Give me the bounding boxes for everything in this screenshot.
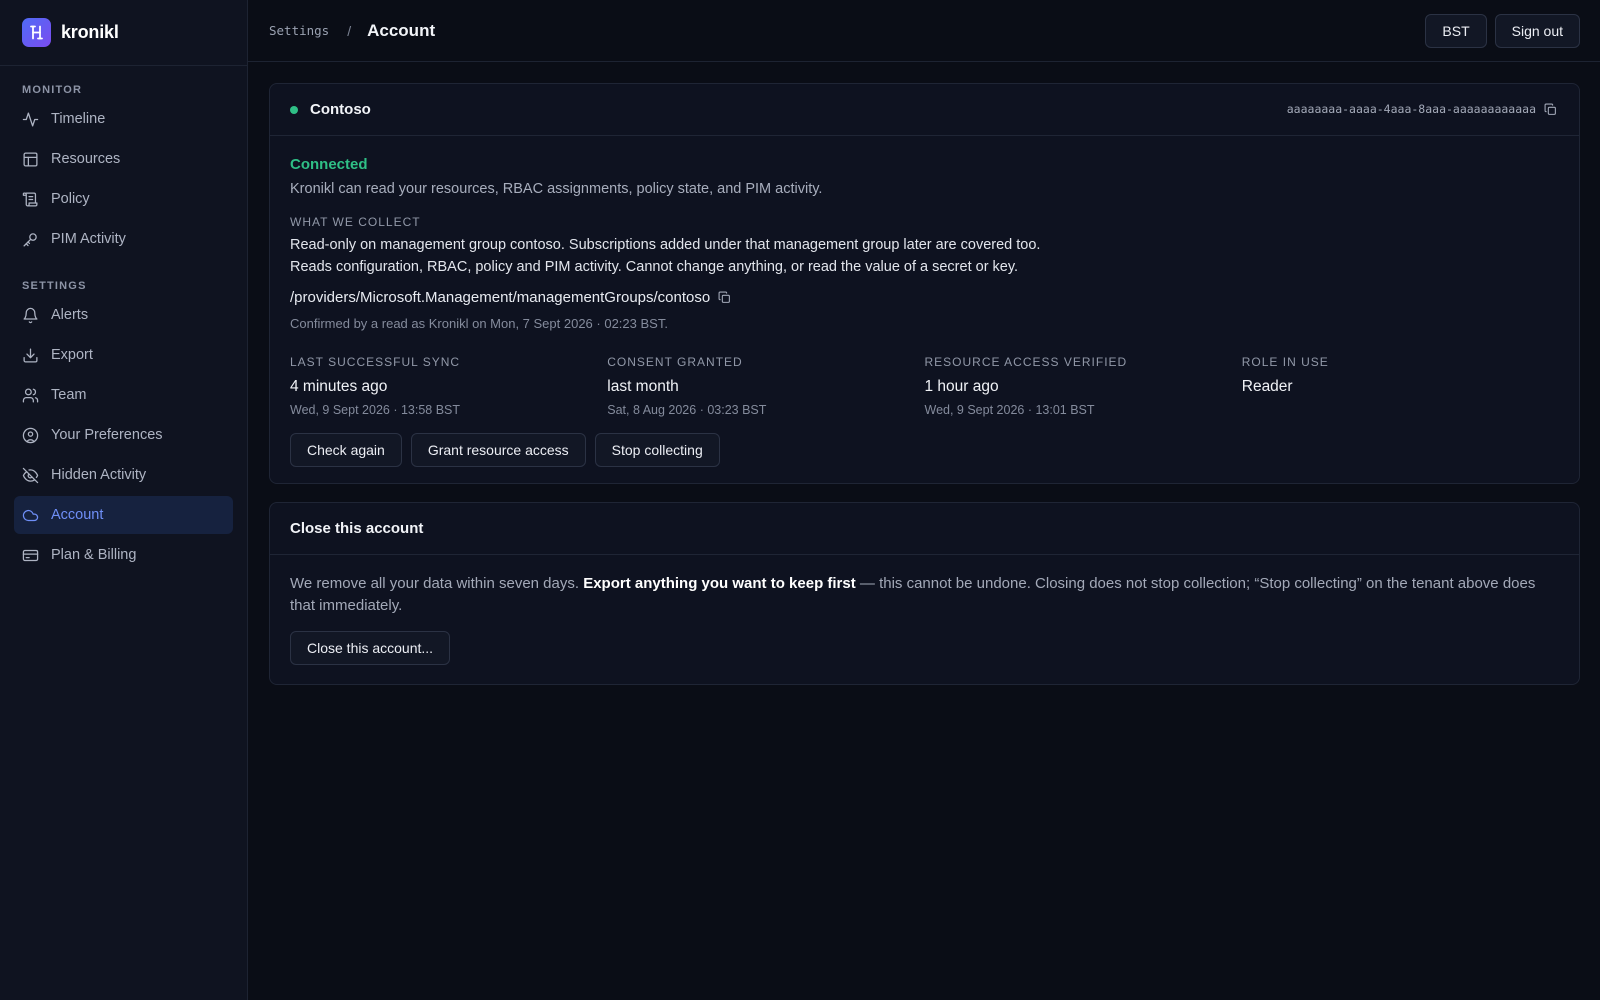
sidebar-item-account[interactable]: Account	[14, 496, 233, 534]
sidebar-item-label: Alerts	[51, 307, 89, 323]
stat-last-sync: LAST SUCCESSFUL SYNC 4 minutes ago Wed, …	[290, 355, 607, 417]
sidebar-item-alerts[interactable]: Alerts	[14, 296, 233, 334]
tenant-name: Contoso	[310, 101, 371, 118]
users-icon	[22, 387, 39, 403]
sidebar-item-label: Resources	[51, 151, 121, 167]
tenant-id: aaaaaaaa-aaaa-4aaa-8aaa-aaaaaaaaaaaa	[1287, 102, 1557, 116]
close-account-header: Close this account	[270, 503, 1579, 555]
stat-role-in-use: ROLE IN USE Reader	[1242, 355, 1559, 417]
tenant-card-body: Connected Kronikl can read your resource…	[270, 136, 1579, 485]
credit-card-icon	[22, 549, 39, 561]
bell-icon	[23, 307, 38, 323]
header-actions: BST Sign out	[1425, 14, 1580, 48]
scope-path: /providers/Microsoft.Management/manageme…	[290, 289, 1559, 306]
stop-collecting-button[interactable]: Stop collecting	[594, 433, 720, 467]
breadcrumb-settings-link[interactable]: Settings	[269, 23, 329, 38]
brand[interactable]: kronikl	[0, 0, 247, 66]
sidebar-item-timeline[interactable]: Timeline	[14, 100, 233, 138]
close-account-body: We remove all your data within seven day…	[270, 555, 1579, 683]
sign-out-button[interactable]: Sign out	[1494, 14, 1580, 48]
sidebar-item-label: Policy	[51, 191, 90, 207]
sidebar-item-label: Plan & Billing	[51, 547, 137, 563]
warning-text: We remove all your data within seven day…	[290, 575, 584, 592]
collect-section-label: WHAT WE COLLECT	[290, 215, 421, 229]
sidebar-item-plan-billing[interactable]: Plan & Billing	[14, 536, 233, 574]
layout-grid-icon	[23, 151, 38, 167]
close-account-title: Close this account	[290, 520, 424, 537]
collect-scope-text: Read-only on management group contoso. S…	[290, 237, 1041, 253]
grant-resource-access-button[interactable]: Grant resource access	[410, 433, 586, 467]
connection-description: Kronikl can read your resources, RBAC as…	[290, 181, 823, 197]
stat-label: RESOURCE ACCESS VERIFIED	[924, 355, 1128, 369]
sidebar-item-policy[interactable]: Policy	[14, 180, 233, 218]
tenant-card-header: Contoso aaaaaaaa-aaaa-4aaa-8aaa-aaaaaaaa…	[270, 84, 1579, 136]
sidebar-item-label: Account	[51, 507, 104, 523]
sidebar-item-label: PIM Activity	[51, 231, 126, 247]
eye-off-icon	[22, 467, 39, 483]
sidebar-item-label: Hidden Activity	[51, 467, 147, 483]
nav-section-settings: SETTINGS	[22, 280, 87, 292]
sidebar-item-label: Your Preferences	[51, 427, 163, 443]
breadcrumb: Settings / Account	[269, 21, 435, 41]
sidebar-item-pim-activity[interactable]: PIM Activity	[14, 220, 233, 258]
cloud-icon	[22, 509, 39, 521]
collect-permissions-text: Reads configuration, RBAC, policy and PI…	[290, 259, 1019, 275]
stat-timestamp: Sat, 8 Aug 2026 · 03:23 BST	[607, 403, 767, 417]
tenant-card: Contoso aaaaaaaa-aaaa-4aaa-8aaa-aaaaaaaa…	[269, 83, 1580, 484]
activity-icon	[22, 111, 39, 127]
stat-resource-access: RESOURCE ACCESS VERIFIED 1 hour ago Wed,…	[925, 355, 1242, 417]
breadcrumb-separator: /	[347, 22, 352, 39]
user-circle-icon	[22, 427, 39, 443]
brand-name: kronikl	[61, 22, 119, 42]
connection-status: Connected	[290, 156, 368, 173]
copy-icon[interactable]	[1544, 103, 1557, 116]
sidebar-item-label: Team	[51, 387, 87, 403]
stat-timestamp: Wed, 9 Sept 2026 · 13:58 BST	[290, 403, 461, 417]
tenant-id-value: aaaaaaaa-aaaa-4aaa-8aaa-aaaaaaaaaaaa	[1286, 102, 1536, 116]
close-account-button[interactable]: Close this account...	[290, 631, 451, 665]
stat-value: 4 minutes ago	[290, 378, 388, 395]
confirmation-note: Confirmed by a read as Kronikl on Mon, 7…	[290, 316, 668, 331]
key-icon	[23, 232, 37, 247]
close-account-actions: Close this account...	[290, 631, 1559, 665]
timezone-button[interactable]: BST	[1425, 14, 1487, 48]
top-bar: Settings / Account BST Sign out	[248, 0, 1600, 62]
sidebar-item-team[interactable]: Team	[14, 376, 233, 414]
stat-consent-granted: CONSENT GRANTED last month Sat, 8 Aug 20…	[607, 355, 924, 417]
sidebar: kronikl MONITOR Timeline Resources Polic…	[0, 0, 248, 1000]
stat-label: LAST SUCCESSFUL SYNC	[290, 355, 461, 369]
stat-value: last month	[607, 378, 679, 395]
download-icon	[23, 347, 38, 363]
check-again-button[interactable]: Check again	[290, 433, 402, 467]
nav-section-monitor: MONITOR	[22, 84, 83, 96]
page-title: Account	[367, 20, 436, 40]
kronikl-logo-icon	[22, 18, 51, 47]
stat-label: CONSENT GRANTED	[607, 355, 743, 369]
stat-label: ROLE IN USE	[1241, 355, 1329, 369]
close-account-card: Close this account We remove all your da…	[269, 502, 1580, 685]
copy-icon[interactable]	[718, 291, 731, 304]
stat-value: 1 hour ago	[924, 378, 999, 395]
sidebar-item-label: Timeline	[51, 111, 106, 127]
sidebar-item-label: Export	[51, 347, 93, 363]
sync-stats: LAST SUCCESSFUL SYNC 4 minutes ago Wed, …	[290, 355, 1559, 417]
scroll-icon	[22, 191, 38, 207]
stat-value: Reader	[1241, 378, 1293, 395]
sidebar-item-hidden-activity[interactable]: Hidden Activity	[14, 456, 233, 494]
sidebar-item-resources[interactable]: Resources	[14, 140, 233, 178]
connection-status-dot	[290, 105, 298, 114]
sidebar-item-export[interactable]: Export	[14, 336, 233, 374]
tenant-actions: Check again Grant resource access Stop c…	[290, 433, 1559, 467]
warning-emphasis: Export anything you want to keep first	[583, 575, 856, 592]
scope-path-value: /providers/Microsoft.Management/manageme…	[290, 289, 711, 306]
sidebar-item-your-preferences[interactable]: Your Preferences	[14, 416, 233, 454]
stat-timestamp: Wed, 9 Sept 2026 · 13:01 BST	[924, 403, 1095, 417]
close-account-warning: We remove all your data within seven day…	[290, 573, 1559, 617]
